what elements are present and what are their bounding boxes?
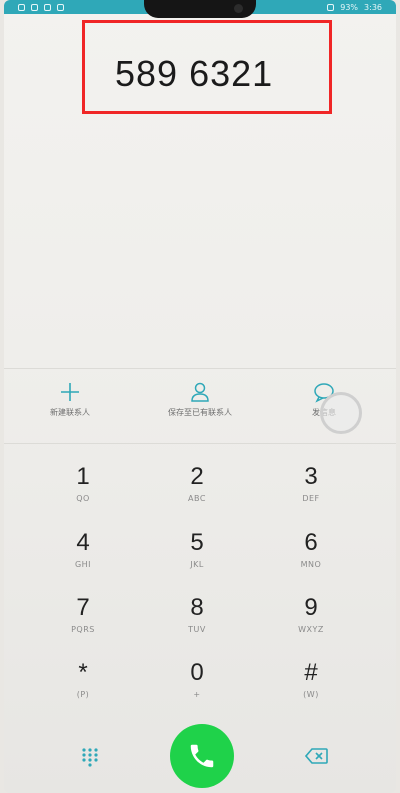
key-letters: ABC (188, 494, 206, 503)
person-icon (191, 382, 209, 402)
save-to-contact-label: 保存至已有联系人 (168, 408, 232, 417)
camera-notch (144, 0, 256, 18)
key-letters: DEF (302, 494, 320, 503)
key-digit: 1 (76, 463, 90, 490)
key-letters: + (193, 690, 201, 699)
notification-icon (31, 3, 38, 11)
new-contact-label: 新建联系人 (50, 408, 90, 417)
key-letters: (W) (303, 690, 319, 699)
key-digit: # (304, 659, 318, 686)
key-digit: 2 (190, 463, 204, 490)
key-digit: * (78, 659, 88, 686)
key-0[interactable]: 0 + (152, 659, 242, 717)
key-5[interactable]: 5 JKL (152, 529, 242, 587)
dialed-number[interactable]: 589 6321 (115, 53, 273, 95)
notification-icon (18, 3, 25, 11)
save-to-contact-button[interactable]: 保存至已有联系人 (154, 381, 246, 418)
loading-spinner-icon (320, 392, 362, 434)
key-8[interactable]: 8 TUV (152, 594, 242, 652)
key-3[interactable]: 3 DEF (266, 463, 356, 521)
key-letters: WXYZ (298, 625, 324, 634)
clock: 3:36 (364, 2, 382, 12)
notification-icon (44, 3, 51, 11)
phone-icon (190, 744, 214, 768)
backspace-icon[interactable] (305, 747, 329, 765)
phone-screen: 93% 3:36 589 6321 新建联系人 保存至已有联系人 1 QO 2 … (4, 0, 396, 793)
status-right: 93% 3:36 (327, 3, 382, 12)
dialpad-toggle-icon[interactable] (80, 747, 100, 767)
wifi-icon (327, 3, 335, 11)
key-2[interactable]: 2 ABC (152, 463, 242, 521)
key-4[interactable]: 4 GHI (38, 529, 128, 587)
battery-level: 93% (340, 2, 359, 12)
dialed-number-highlight: 589 6321 (82, 20, 332, 114)
key-6[interactable]: 6 MNO (266, 529, 356, 587)
status-left-icons (18, 3, 64, 11)
plus-icon (61, 383, 79, 401)
key-letters: JKL (190, 560, 204, 569)
call-button[interactable] (170, 724, 234, 788)
key-letters: TUV (188, 625, 206, 634)
key-digit: 0 (190, 659, 204, 686)
key-digit: 9 (304, 594, 318, 621)
key-9[interactable]: 9 WXYZ (266, 594, 356, 652)
key-letters: MNO (300, 560, 322, 569)
key-star[interactable]: * (P) (38, 659, 128, 717)
key-hash[interactable]: # (W) (266, 659, 356, 717)
key-digit: 6 (304, 529, 318, 556)
key-digit: 5 (190, 529, 204, 556)
key-letters: QO (76, 494, 90, 503)
key-digit: 8 (190, 594, 204, 621)
key-7[interactable]: 7 PQRS (38, 594, 128, 652)
key-letters: GHI (74, 560, 92, 569)
key-letters: PQRS (71, 625, 95, 634)
new-contact-button[interactable]: 新建联系人 (40, 381, 100, 418)
front-camera-icon (234, 4, 243, 13)
key-digit: 4 (76, 529, 90, 556)
key-letters: (P) (76, 690, 90, 699)
key-1[interactable]: 1 QO (38, 463, 128, 521)
notification-icon (57, 3, 64, 11)
key-digit: 7 (76, 594, 90, 621)
key-digit: 3 (304, 463, 318, 490)
